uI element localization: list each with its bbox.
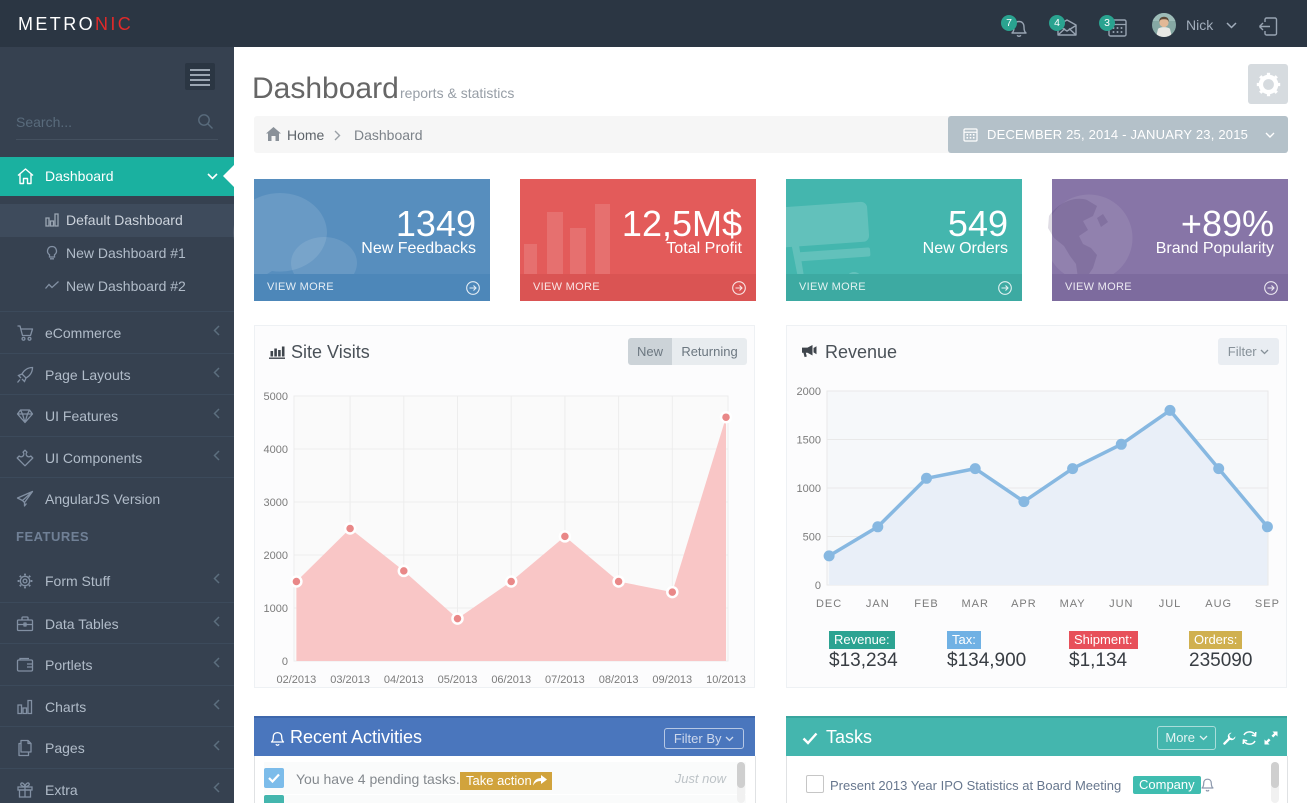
svg-text:500: 500 [803, 532, 821, 544]
svg-text:APR: APR [1011, 598, 1037, 610]
svg-text:04/2013: 04/2013 [384, 674, 424, 686]
svg-text:02/2013: 02/2013 [277, 674, 317, 686]
svg-text:0: 0 [282, 656, 288, 668]
svg-text:03/2013: 03/2013 [330, 674, 370, 686]
svg-text:1500: 1500 [797, 435, 821, 447]
svg-text:5000: 5000 [264, 391, 288, 403]
svg-text:07/2013: 07/2013 [545, 674, 585, 686]
svg-text:AUG: AUG [1205, 598, 1232, 610]
svg-text:JUN: JUN [1109, 598, 1133, 610]
svg-text:3000: 3000 [264, 497, 288, 509]
svg-text:FEB: FEB [914, 598, 938, 610]
svg-text:0: 0 [815, 580, 821, 592]
svg-text:SEP: SEP [1255, 598, 1280, 610]
svg-text:09/2013: 09/2013 [652, 674, 692, 686]
svg-text:4000: 4000 [264, 444, 288, 456]
svg-text:2000: 2000 [797, 386, 821, 398]
svg-text:1000: 1000 [264, 603, 288, 615]
svg-text:MAY: MAY [1060, 598, 1086, 610]
svg-text:06/2013: 06/2013 [491, 674, 531, 686]
svg-text:1000: 1000 [797, 483, 821, 495]
svg-text:MAR: MAR [961, 598, 988, 610]
svg-text:10/2013: 10/2013 [706, 674, 746, 686]
svg-text:DEC: DEC [816, 598, 842, 610]
svg-text:2000: 2000 [264, 550, 288, 562]
svg-text:JAN: JAN [866, 598, 890, 610]
svg-text:05/2013: 05/2013 [438, 674, 478, 686]
svg-text:JUL: JUL [1159, 598, 1182, 610]
svg-text:08/2013: 08/2013 [599, 674, 639, 686]
